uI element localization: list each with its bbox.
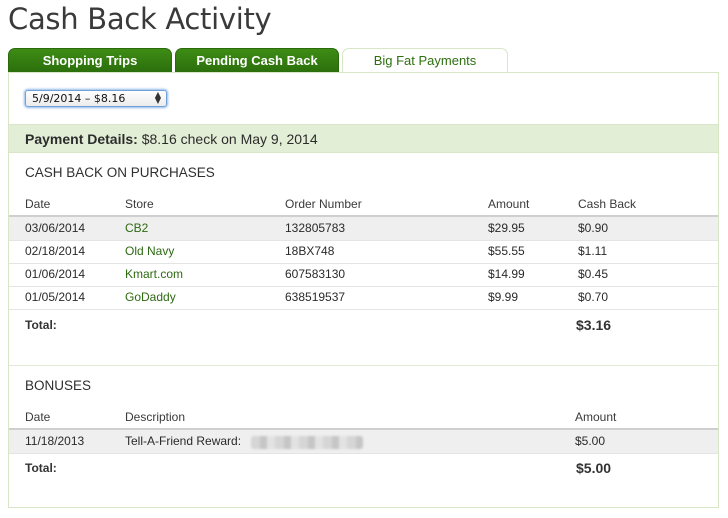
col-date: Date — [25, 197, 51, 211]
purchases-heading: CASH BACK ON PURCHASES — [25, 165, 215, 180]
store-link[interactable]: CB2 — [125, 217, 148, 240]
select-arrows-icon: ▲ ▼ — [154, 90, 161, 105]
payment-details: Payment Details: $8.16 check on May 9, 2… — [9, 124, 718, 153]
row-cash-back: $1.11 — [578, 244, 608, 258]
section-divider — [9, 365, 718, 366]
tab-bar: Shopping Trips Pending Cash Back Big Fat… — [8, 48, 720, 73]
row-amount: $55.55 — [488, 244, 525, 258]
row-amount: $14.99 — [488, 267, 525, 281]
table-row: 02/18/2014 Old Navy 18BX748 $55.55 $1.11 — [9, 240, 718, 264]
row-date: 01/06/2014 — [25, 267, 86, 281]
row-description: Tell-A-Friend Reward: — [125, 434, 242, 448]
bonuses-total-row: Total: $5.00 — [9, 455, 718, 481]
row-cash-back: $0.90 — [578, 221, 609, 235]
bonuses-header-row: Date Description Amount — [9, 406, 718, 430]
col-order-number: Order Number — [285, 197, 362, 211]
col-date: Date — [25, 410, 51, 424]
col-amount: Amount — [488, 197, 530, 211]
table-row: 01/05/2014 GoDaddy 638519537 $9.99 $0.70 — [9, 286, 718, 310]
redacted-email — [251, 436, 363, 449]
row-cash-back: $0.70 — [578, 290, 609, 304]
row-date: 03/06/2014 — [25, 221, 86, 235]
row-order-number: 638519537 — [285, 290, 346, 304]
payment-details-label: Payment Details: — [25, 131, 138, 147]
tab-big-fat-payments[interactable]: Big Fat Payments — [342, 48, 508, 73]
row-amount: $9.99 — [488, 290, 519, 304]
store-link[interactable]: Kmart.com — [125, 263, 183, 286]
col-description: Description — [125, 410, 186, 424]
payment-details-text: $8.16 check on May 9, 2014 — [141, 131, 318, 147]
row-order-number: 607583130 — [285, 267, 346, 281]
row-date: 11/18/2013 — [25, 434, 85, 448]
payment-select-value: 5/9/2014 – $8.16 — [32, 92, 126, 105]
row-order-number: 132805783 — [285, 221, 346, 235]
row-amount: $29.95 — [488, 221, 525, 235]
tab-shopping-trips[interactable]: Shopping Trips — [8, 48, 172, 72]
row-cash-back: $0.45 — [578, 267, 609, 281]
bonuses-heading: BONUSES — [25, 378, 92, 393]
table-row: 11/18/2013 Tell-A-Friend Reward: $5.00 — [9, 430, 718, 454]
col-store: Store — [125, 197, 154, 211]
total-value: $3.16 — [576, 317, 612, 333]
row-date: 02/18/2014 — [25, 244, 86, 258]
tab-pending-cash-back[interactable]: Pending Cash Back — [175, 48, 339, 72]
row-date: 01/05/2014 — [25, 290, 86, 304]
col-cash-back: Cash Back — [578, 197, 637, 211]
payment-select[interactable]: 5/9/2014 – $8.16 ▲ ▼ — [25, 90, 167, 107]
payments-panel: 5/9/2014 – $8.16 ▲ ▼ Payment Details: $8.… — [8, 72, 719, 508]
row-amount: $5.00 — [575, 434, 606, 448]
total-label: Total: — [25, 318, 57, 332]
store-link[interactable]: GoDaddy — [125, 286, 176, 309]
page-title: Cash Back Activity — [8, 2, 272, 36]
col-amount: Amount — [575, 410, 617, 424]
table-row: 03/06/2014 CB2 132805783 $29.95 $0.90 — [9, 217, 718, 241]
purchases-total-row: Total: $3.16 — [9, 312, 718, 338]
total-value: $5.00 — [576, 460, 612, 476]
store-link[interactable]: Old Navy — [125, 240, 174, 263]
table-row: 01/06/2014 Kmart.com 607583130 $14.99 $0… — [9, 263, 718, 287]
total-label: Total: — [25, 461, 57, 475]
purchases-header-row: Date Store Order Number Amount Cash Back — [9, 193, 718, 217]
row-order-number: 18BX748 — [285, 244, 335, 258]
